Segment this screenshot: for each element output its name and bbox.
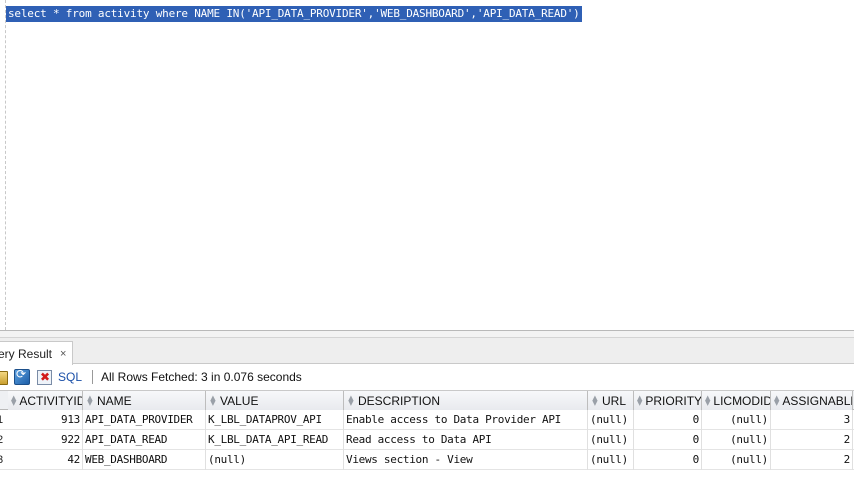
refresh-icon[interactable] (14, 367, 30, 385)
result-toolbar: SQL All Rows Fetched: 3 in 0.076 seconds (0, 365, 854, 389)
column-header-activityid[interactable]: ▲ ▼ ACTIVITYID (8, 391, 83, 410)
cell-priority[interactable]: 0 (634, 410, 702, 430)
close-icon[interactable]: × (60, 348, 66, 360)
column-header-description[interactable]: ▲ ▼ DESCRIPTION (344, 391, 588, 410)
cell-url[interactable]: (null) (588, 430, 634, 450)
grid-header-row: ▲ ▼ ACTIVITYID ▲ ▼ NAME ▲ ▼ VALUE ▲ ▼ DESCRIPTIO… (0, 390, 854, 410)
sort-icon[interactable]: ▲ ▼ (591, 394, 599, 406)
cell-assignable[interactable]: 3 (771, 410, 853, 430)
column-header-priority[interactable]: ▲ ▼ PRIORITY (634, 391, 702, 410)
row-number: 1 (0, 414, 4, 426)
cell-priority[interactable]: 0 (634, 450, 702, 470)
cell-name[interactable]: API_DATA_PROVIDER (83, 410, 206, 430)
cell-value[interactable]: (null) (206, 450, 344, 470)
sort-icon[interactable]: ▲ ▼ (705, 394, 710, 406)
column-header-licmodid[interactable]: ▲ ▼ LICMODID (702, 391, 771, 410)
cell-assignable[interactable]: 2 (771, 430, 853, 450)
cell-value[interactable]: K_LBL_DATA_API_READ (206, 430, 344, 450)
cancel-query-icon[interactable] (36, 369, 52, 385)
sql-statement-selected[interactable]: select * from activity where NAME IN('AP… (6, 6, 582, 22)
sort-icon[interactable]: ▲ ▼ (637, 394, 642, 406)
cell-licmodid[interactable]: (null) (702, 450, 771, 470)
tab-query-result[interactable]: ery Result × (0, 341, 74, 365)
cell-activityid[interactable]: 922 (8, 430, 83, 450)
table-row[interactable]: 2 922 API_DATA_READ K_LBL_DATA_API_READ … (0, 430, 854, 450)
table-row[interactable]: 3 42 WEB_DASHBOARD (null) Views section … (0, 450, 854, 470)
toolbar-separator (92, 370, 94, 384)
row-number: 2 (0, 434, 4, 446)
sort-icon[interactable]: ▲ ▼ (347, 394, 355, 406)
column-header-assignable[interactable]: ▲ ▼ ASSIGNABLE (771, 391, 853, 410)
cell-licmodid[interactable]: (null) (702, 430, 771, 450)
cell-name[interactable]: API_DATA_READ (83, 430, 206, 450)
result-grid[interactable]: ▲ ▼ ACTIVITYID ▲ ▼ NAME ▲ ▼ VALUE ▲ ▼ DESCRIPTIO… (0, 390, 854, 470)
cell-assignable[interactable]: 2 (771, 450, 853, 470)
result-tab-bar: ery Result × (0, 338, 854, 365)
cell-url[interactable]: (null) (588, 410, 634, 430)
sort-icon[interactable]: ▲ ▼ (86, 394, 94, 406)
cell-description[interactable]: Read access to Data API (344, 430, 588, 450)
fetch-status: All Rows Fetched: 3 in 0.076 seconds (101, 370, 302, 384)
cell-licmodid[interactable]: (null) (702, 410, 771, 430)
table-row[interactable]: 1 913 API_DATA_PROVIDER K_LBL_DATAPROV_A… (0, 410, 854, 430)
sort-icon[interactable]: ▲ ▼ (774, 394, 779, 406)
editor-gutter-line (5, 0, 6, 330)
row-number: 3 (0, 454, 4, 466)
cell-description[interactable]: Enable access to Data Provider API (344, 410, 588, 430)
pin-icon[interactable] (0, 369, 8, 385)
query-result-panel: ery Result × SQL All Rows Fetched: 3 in … (0, 338, 854, 479)
column-header-name[interactable]: ▲ ▼ NAME (83, 391, 206, 410)
column-header-url[interactable]: ▲ ▼ URL (588, 391, 634, 410)
editor-results-splitter[interactable] (0, 330, 854, 338)
column-header-value[interactable]: ▲ ▼ VALUE (206, 391, 344, 410)
sort-icon[interactable]: ▲ ▼ (209, 394, 217, 406)
cell-activityid[interactable]: 913 (8, 410, 83, 430)
cell-description[interactable]: Views section - View (344, 450, 588, 470)
cell-name[interactable]: WEB_DASHBOARD (83, 450, 206, 470)
cell-value[interactable]: K_LBL_DATAPROV_API (206, 410, 344, 430)
cell-activityid[interactable]: 42 (8, 450, 83, 470)
sql-editor[interactable]: select * from activity where NAME IN('AP… (0, 0, 854, 332)
tab-query-result-label: ery Result (0, 346, 53, 361)
sort-icon[interactable]: ▲ ▼ (11, 394, 16, 406)
cell-priority[interactable]: 0 (634, 430, 702, 450)
sql-link[interactable]: SQL (58, 370, 82, 384)
cell-url[interactable]: (null) (588, 450, 634, 470)
